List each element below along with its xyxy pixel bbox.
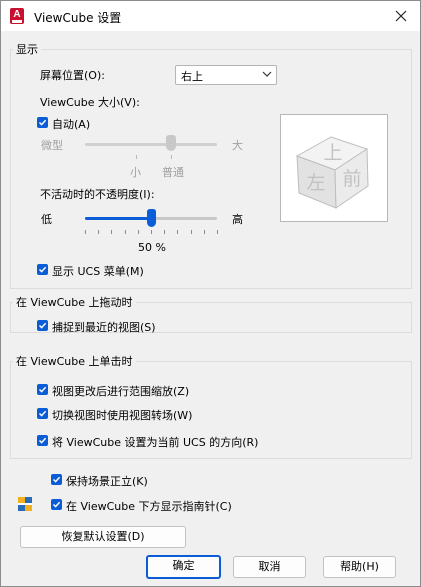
opacity-tick [204, 230, 205, 234]
chevron-down-icon [262, 71, 272, 77]
window-title: ViewCube 设置 [34, 11, 122, 25]
viewcube-settings-dialog: A ViewCube 设置 显示 屏幕位置(O): 右上 ViewCube 大小… [0, 0, 421, 587]
ok-button[interactable]: 确定 [146, 555, 221, 579]
checkmark-icon [52, 501, 61, 508]
zoom-extents-checkbox[interactable] [37, 384, 48, 395]
app-icon-letter: A [13, 9, 21, 20]
keep-scene-upright-checkbox[interactable] [51, 474, 62, 485]
screen-position-value: 右上 [181, 70, 203, 83]
opacity-tick [191, 230, 192, 234]
opacity-tick [85, 230, 86, 234]
autocad-app-icon: A [10, 8, 24, 24]
snap-closest-view-label: 捕捉到最近的视图(S) [52, 321, 156, 334]
zoom-extents-label: 视图更改后进行范围缩放(Z) [52, 385, 190, 398]
viewcube-size-label: ViewCube 大小(V): [40, 96, 140, 109]
size-min-label: 微型 [41, 139, 63, 152]
display-group-label: 显示 [16, 43, 38, 56]
screen-position-label: 屏幕位置(O): [40, 69, 105, 82]
help-button[interactable]: 帮助(H) [323, 556, 396, 578]
opacity-tick [138, 230, 139, 234]
title-bar: A ViewCube 设置 [1, 1, 420, 31]
opacity-min-label: 低 [41, 213, 52, 226]
auto-size-label: 自动(A) [52, 118, 91, 131]
drag-group-label: 在 ViewCube 上拖动时 [16, 296, 133, 309]
view-transitions-label: 切换视图时使用视图转场(W) [52, 409, 193, 422]
opacity-slider-thumb[interactable] [146, 209, 156, 227]
opacity-tick [98, 230, 99, 234]
show-ucs-menu-label: 显示 UCS 菜单(M) [52, 265, 144, 278]
viewcube-cube-image: 上 左 前 [295, 136, 369, 209]
set-ucs-orientation-label: 将 ViewCube 设置为当前 UCS 的方向(R) [52, 436, 259, 449]
close-button[interactable] [390, 6, 412, 26]
opacity-tick [111, 230, 112, 234]
screen-position-dropdown[interactable]: 右上 [175, 65, 277, 85]
checkmark-icon [38, 437, 47, 444]
show-compass-checkbox[interactable] [51, 499, 62, 510]
checkmark-icon [52, 476, 61, 483]
cancel-button[interactable]: 取消 [233, 556, 306, 578]
keep-scene-upright-label: 保持场景正立(K) [66, 475, 148, 488]
size-max-label: 大 [232, 139, 243, 152]
opacity-tick [177, 230, 178, 234]
opacity-value: 50 % [138, 241, 166, 254]
opacity-label: 不活动时的不透明度(I): [40, 188, 155, 201]
checkmark-icon [38, 322, 47, 329]
cube-face-top: 上 [323, 142, 342, 164]
size-tick [136, 155, 137, 159]
checkmark-icon [38, 386, 47, 393]
opacity-tick [125, 230, 126, 234]
checkmark-icon [38, 410, 47, 417]
opacity-tick [164, 230, 165, 234]
click-group-label: 在 ViewCube 上单击时 [16, 355, 133, 368]
checkmark-icon [38, 266, 47, 273]
close-icon [395, 10, 407, 22]
viewcube-preview: 上 左 前 [280, 114, 388, 222]
show-ucs-menu-checkbox[interactable] [37, 264, 48, 275]
size-tick-normal-label: 普通 [162, 166, 184, 179]
restore-defaults-button[interactable]: 恢复默认设置(D) [20, 526, 186, 548]
opacity-tick [151, 230, 152, 234]
snap-closest-view-checkbox[interactable] [37, 320, 48, 331]
checkmark-icon [38, 119, 47, 126]
compass-icon [17, 496, 33, 512]
opacity-tick [217, 230, 218, 234]
show-compass-label: 在 ViewCube 下方显示指南针(C) [66, 500, 232, 513]
size-tick-small-label: 小 [130, 166, 141, 179]
opacity-slider-fill [85, 217, 151, 220]
cube-face-front: 前 [342, 168, 361, 190]
size-tick [171, 155, 172, 159]
cube-face-left: 左 [306, 172, 325, 194]
size-slider-thumb [166, 135, 176, 151]
set-ucs-orientation-checkbox[interactable] [37, 435, 48, 446]
view-transitions-checkbox[interactable] [37, 408, 48, 419]
auto-size-checkbox[interactable] [37, 117, 48, 128]
size-slider-track [85, 143, 217, 146]
opacity-max-label: 高 [232, 213, 243, 226]
